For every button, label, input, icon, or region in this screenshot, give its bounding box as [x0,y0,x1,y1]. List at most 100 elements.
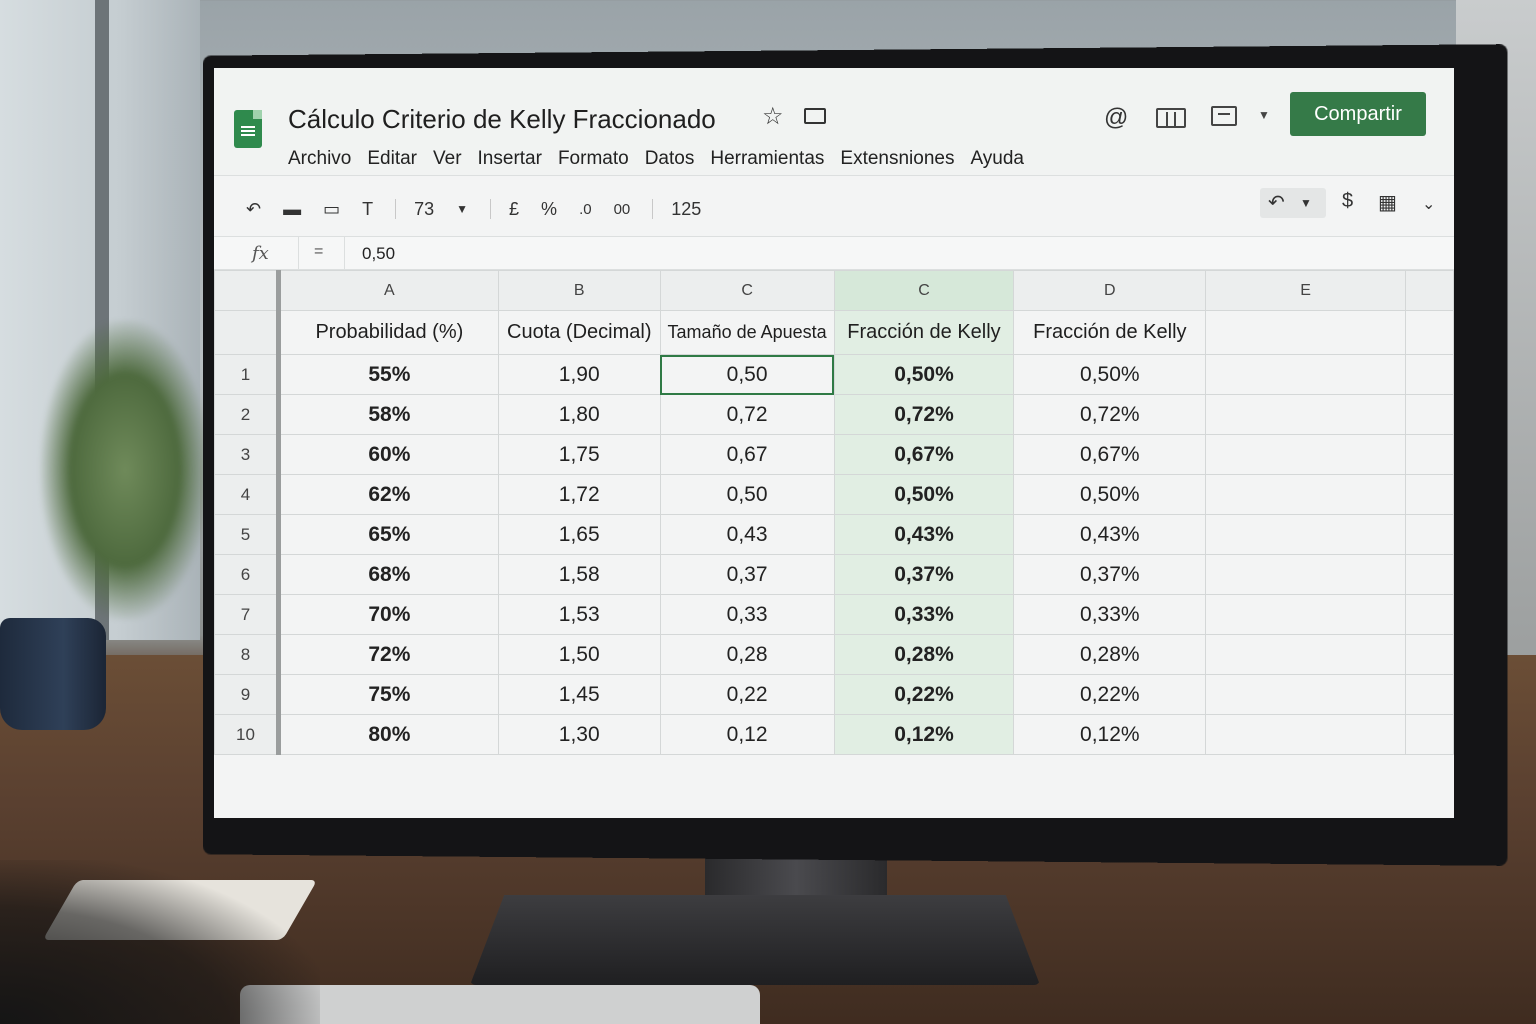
zoom-chevron-icon[interactable]: ▼ [456,202,468,216]
cell-fraccion-kelly[interactable]: 0,67% [833,434,1015,475]
cell-e[interactable] [1205,594,1406,635]
menu-insertar[interactable]: Insertar [478,148,542,170]
cell-probabilidad[interactable]: 58% [277,394,499,435]
cell-fraccion-kelly[interactable]: 0,43% [833,514,1015,555]
cell-e[interactable] [1205,434,1406,475]
cell-probabilidad[interactable]: 60% [277,434,499,475]
cell-fraccion-kelly[interactable]: 0,37% [833,554,1015,595]
row-number[interactable]: 9 [214,674,281,715]
cell-tamano[interactable]: 0,43 [659,514,835,555]
cell-tamano[interactable]: 0,50 [659,474,835,515]
cell-cuota[interactable]: 1,90 [497,354,661,395]
cell-cuota[interactable]: 1,53 [497,594,661,635]
sheets-doc-icon[interactable] [234,110,262,148]
font-size-value[interactable]: 125 [671,199,701,220]
zoom-value[interactable]: 73 [414,199,434,220]
menu-formato[interactable]: Formato [558,148,629,170]
row-number[interactable]: 7 [214,594,281,635]
folder-icon[interactable] [804,108,826,124]
strikethrough-icon[interactable]: T [362,199,373,220]
menu-datos[interactable]: Datos [645,148,695,170]
cell-fraccion-kelly-2[interactable]: 0,72% [1013,394,1207,435]
undo-icon[interactable]: ↶ [246,199,261,220]
row-header-blank[interactable] [214,310,281,355]
cell-cuota[interactable]: 1,72 [497,474,661,515]
cell-fraccion-kelly-2[interactable]: 0,28% [1013,634,1207,675]
cell-e[interactable] [1205,394,1406,435]
cell-probabilidad[interactable]: 72% [277,634,499,675]
column-header-empty[interactable] [1405,270,1454,311]
select-all-corner[interactable] [214,270,281,311]
collapse-chevron-icon[interactable]: ⌄ [1422,194,1435,214]
cell-fraccion-kelly[interactable]: 0,72% [833,394,1015,435]
grid-icon[interactable]: ▦ [1378,190,1397,215]
header-cell-tamano[interactable]: Tamaño de Apuesta [659,310,835,355]
cell-e[interactable] [1205,714,1406,755]
empty-cell[interactable] [1405,394,1454,435]
row-number[interactable]: 10 [214,714,281,755]
cell-tamano[interactable]: 0,72 [659,394,835,435]
formula-input[interactable]: 0,50 [362,244,395,264]
decrease-decimals-button[interactable]: .0 [579,201,592,218]
cell-tamano[interactable]: 0,12 [659,714,835,755]
header-cell-fraccion-kelly-2[interactable]: Fracción de Kelly [1013,310,1207,355]
empty-cell[interactable] [1405,354,1454,395]
empty-cell[interactable] [1405,714,1454,755]
cell-fraccion-kelly-2[interactable]: 0,33% [1013,594,1207,635]
star-icon[interactable]: ☆ [762,102,784,131]
currency-button[interactable]: £ [509,199,519,220]
empty-cell[interactable] [1405,674,1454,715]
column-header-c[interactable]: C [659,270,835,311]
row-number[interactable]: 1 [214,354,281,395]
row-number[interactable]: 5 [214,514,281,555]
cell-cuota[interactable]: 1,45 [497,674,661,715]
cell-fraccion-kelly-2[interactable]: 0,43% [1013,514,1207,555]
cell-fraccion-kelly-2[interactable]: 0,22% [1013,674,1207,715]
empty-cell[interactable] [1405,514,1454,555]
cell-cuota[interactable]: 1,30 [497,714,661,755]
cell-cuota[interactable]: 1,75 [497,434,661,475]
cell-probabilidad[interactable]: 68% [277,554,499,595]
cell-cuota[interactable]: 1,65 [497,514,661,555]
column-header-d[interactable]: D [1013,270,1207,311]
header-cell-cuota[interactable]: Cuota (Decimal) [497,310,661,355]
column-header-a[interactable]: A [277,270,499,311]
header-cell-probabilidad[interactable]: Probabilidad (%) [277,310,499,355]
cell-fraccion-kelly-2[interactable]: 0,12% [1013,714,1207,755]
empty-cell[interactable] [1405,554,1454,595]
cell-tamano[interactable]: 0,67 [659,434,835,475]
cell-probabilidad[interactable]: 80% [277,714,499,755]
cell-fraccion-kelly[interactable]: 0,50% [833,474,1015,515]
cell-e[interactable] [1205,354,1406,395]
chart-icon[interactable] [1156,108,1186,128]
percent-button[interactable]: % [541,199,557,220]
cell-e[interactable] [1205,554,1406,595]
empty-cell[interactable] [1405,310,1454,355]
comment-icon[interactable] [1211,106,1237,126]
align-left-icon[interactable]: ▬ [283,199,301,220]
cell-e[interactable] [1205,674,1406,715]
cell-tamano[interactable]: 0,28 [659,634,835,675]
cell-fraccion-kelly-2[interactable]: 0,50% [1013,354,1207,395]
increase-decimals-button[interactable]: 00 [614,201,631,218]
cell-tamano[interactable]: 0,33 [659,594,835,635]
cell-probabilidad[interactable]: 55% [277,354,499,395]
menu-extensiones[interactable]: Extensniones [840,148,954,170]
cell-cuota[interactable]: 1,80 [497,394,661,435]
empty-cell[interactable] [1405,634,1454,675]
cell-fraccion-kelly[interactable]: 0,28% [833,634,1015,675]
cell-e[interactable] [1205,514,1406,555]
menu-herramientas[interactable]: Herramientas [710,148,824,170]
menu-ayuda[interactable]: Ayuda [970,148,1024,170]
cell-fraccion-kelly[interactable]: 0,50% [833,354,1015,395]
cell-fraccion-kelly-2[interactable]: 0,37% [1013,554,1207,595]
row-number[interactable]: 4 [214,474,281,515]
document-title[interactable]: Cálculo Criterio de Kelly Fraccionado [288,104,716,135]
cell-fraccion-kelly[interactable]: 0,22% [833,674,1015,715]
dollar-button[interactable]: $ [1342,190,1353,213]
menu-archivo[interactable]: Archivo [288,148,351,170]
row-number[interactable]: 6 [214,554,281,595]
empty-cell[interactable] [1405,594,1454,635]
header-cell-e[interactable] [1205,310,1406,355]
empty-cell[interactable] [1405,434,1454,475]
